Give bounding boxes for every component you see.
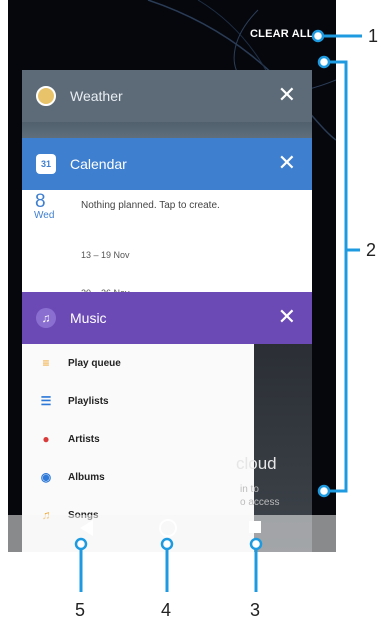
callout-2: 2 <box>366 240 377 260</box>
callout-1: 1 <box>368 26 379 46</box>
callout-lines <box>74 29 362 592</box>
callout-3: 3 <box>250 600 261 620</box>
callout-4: 4 <box>161 600 172 620</box>
callout-5: 5 <box>75 600 86 620</box>
